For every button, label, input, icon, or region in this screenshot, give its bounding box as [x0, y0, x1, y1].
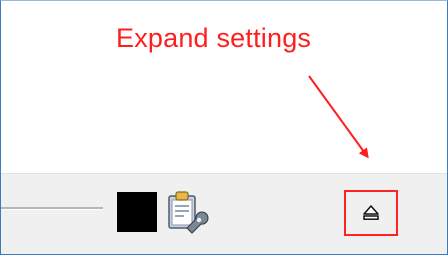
- eject-up-arrow-icon: [363, 205, 379, 220]
- app-window-fragment: Expand settings: [0, 0, 448, 255]
- slider-track[interactable]: [1, 207, 103, 210]
- clipboard-wrench-icon[interactable]: [165, 190, 209, 234]
- color-swatch[interactable]: [117, 192, 157, 232]
- bottom-toolbar: [1, 173, 447, 254]
- expand-settings-button[interactable]: [344, 190, 398, 236]
